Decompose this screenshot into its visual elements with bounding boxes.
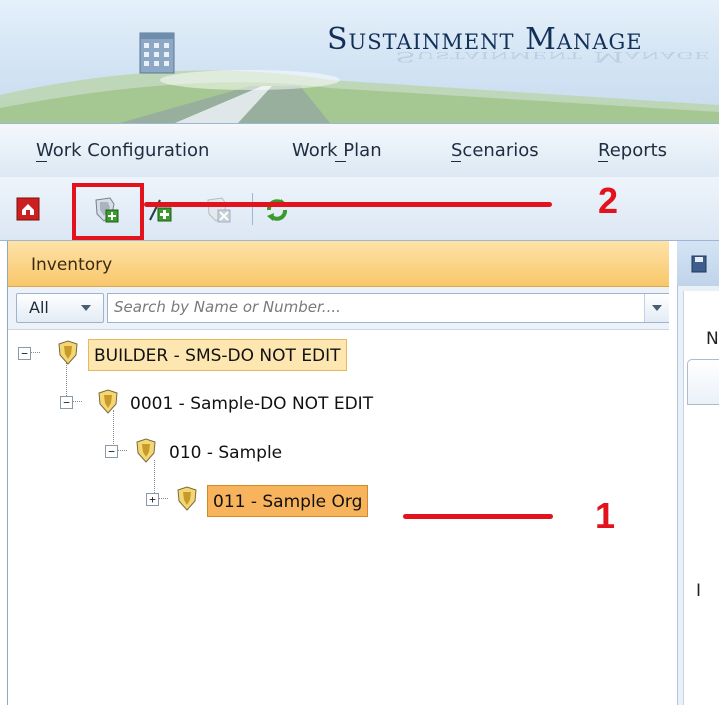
menu-work-plan[interactable]: Work Plan	[292, 140, 382, 161]
menu-label: Reports	[598, 140, 668, 161]
tree-node-011[interactable]: + 011 - Sample Org	[8, 485, 428, 517]
inventory-panel: Inventory All − BUILDER - SMS-DO NOT EDI…	[7, 241, 671, 705]
toolbar-separator	[252, 193, 253, 225]
filter-selected-value: All	[29, 298, 49, 317]
annotation-line-1	[403, 514, 553, 519]
tree-node-label: 011 - Sample Org	[207, 485, 369, 517]
detail-panel: N I	[669, 241, 719, 705]
menu-label: Work Plan	[292, 140, 382, 161]
detail-label-n: N	[706, 329, 719, 349]
annotation-number-1: 1	[595, 495, 616, 536]
delete-shield-icon	[207, 197, 231, 223]
accel-underline	[335, 161, 346, 162]
building-icon	[139, 32, 175, 74]
accel-underline	[36, 161, 47, 162]
search-dropdown-button[interactable]	[644, 294, 669, 322]
menu-work-configuration[interactable]: Work Configuration	[36, 140, 209, 161]
accel-underline	[598, 161, 608, 162]
inventory-header: Inventory	[8, 241, 670, 287]
tree-node-label: 010 - Sample	[169, 443, 283, 463]
tree-connector	[118, 450, 127, 451]
search-input[interactable]	[114, 296, 624, 318]
tree-node-label: 0001 - Sample-DO NOT EDIT	[130, 394, 374, 414]
add-item-icon	[149, 199, 172, 222]
detail-tab[interactable]	[687, 359, 719, 405]
home-button[interactable]	[16, 196, 42, 222]
shield-icon	[58, 340, 78, 365]
detail-header	[677, 241, 719, 287]
collapse-toggle[interactable]: −	[105, 445, 118, 458]
tree-connector	[159, 498, 168, 499]
collapse-toggle[interactable]: −	[60, 396, 73, 409]
filter-row: All	[8, 287, 670, 330]
detail-label-i: I	[696, 581, 702, 601]
annotation-number-2: 2	[598, 180, 619, 221]
inventory-tree: − BUILDER - SMS-DO NOT EDIT − 0001 - Sam…	[8, 329, 670, 705]
menu-bar: Work Configuration Work Plan Scenarios R…	[0, 123, 719, 178]
shield-icon	[177, 486, 197, 511]
search-box	[107, 293, 670, 323]
refresh-button[interactable]	[263, 196, 289, 222]
inventory-title: Inventory	[31, 255, 113, 275]
home-icon	[16, 197, 40, 221]
app-banner: Sustainment Manage Sustainment Manage	[0, 0, 719, 123]
menu-label: Work Configuration	[36, 140, 210, 161]
delete-shield-button[interactable]	[204, 196, 231, 223]
chevron-down-icon	[81, 305, 91, 311]
accel-underline	[451, 161, 461, 162]
tree-node-label: BUILDER - SMS-DO NOT EDIT	[88, 339, 347, 371]
chevron-down-icon	[652, 305, 662, 311]
add-item-button[interactable]	[146, 196, 172, 222]
annotation-box-2	[72, 183, 144, 240]
tree-node-010[interactable]: − 010 - Sample	[8, 437, 348, 469]
tree-connector	[73, 401, 82, 402]
tree-connector	[31, 352, 40, 353]
app-title-reflection: Sustainment Manage	[395, 48, 711, 64]
menu-label: Scenarios	[451, 140, 539, 161]
menu-scenarios[interactable]: Scenarios	[451, 140, 539, 161]
expand-toggle[interactable]: +	[146, 493, 159, 506]
detail-content: N I	[683, 291, 719, 705]
menu-reports[interactable]: Reports	[598, 140, 667, 161]
collapse-toggle[interactable]: −	[18, 347, 31, 360]
shield-icon	[98, 389, 118, 414]
shield-icon	[136, 438, 156, 463]
tree-node-0001[interactable]: − 0001 - Sample-DO NOT EDIT	[8, 388, 488, 420]
annotation-line-2	[144, 202, 552, 207]
refresh-icon	[267, 199, 287, 221]
tree-node-builder[interactable]: − BUILDER - SMS-DO NOT EDIT	[8, 339, 428, 371]
save-icon[interactable]	[691, 255, 707, 273]
filter-dropdown[interactable]: All	[16, 293, 104, 323]
